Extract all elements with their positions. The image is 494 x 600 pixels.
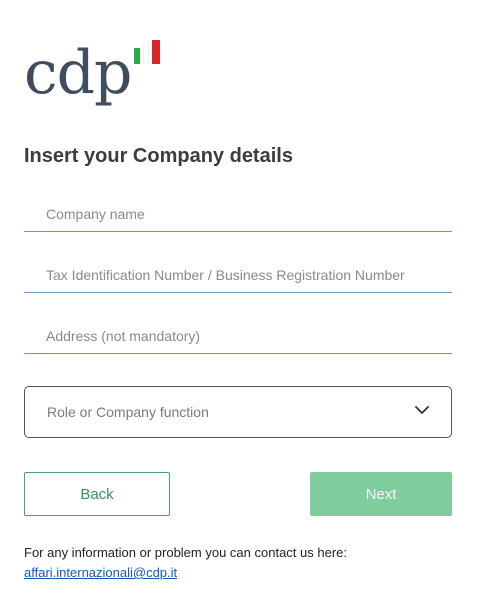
flag-red-stripe [152,40,160,64]
cdp-logo: cdp [24,36,174,116]
contact-text: For any information or problem you can c… [24,545,347,560]
chevron-down-icon [415,406,429,414]
contact-email-link[interactable]: affari.internazionali@cdp.it [24,563,347,583]
role-select-placeholder: Role or Company function [47,404,209,420]
page-title: Insert your Company details [24,145,293,167]
contact-info: For any information or problem you can c… [24,543,347,583]
next-button[interactable]: Next [310,472,452,516]
role-select[interactable]: Role or Company function [24,386,452,438]
italian-flag-icon [134,40,162,64]
tax-id-input[interactable] [24,257,452,293]
flag-green-stripe [134,48,140,64]
flag-white-stripe [143,44,149,64]
back-button[interactable]: Back [24,472,170,516]
logo-wordmark: cdp [24,38,132,108]
address-input[interactable] [24,318,452,354]
company-name-input[interactable] [24,196,452,232]
